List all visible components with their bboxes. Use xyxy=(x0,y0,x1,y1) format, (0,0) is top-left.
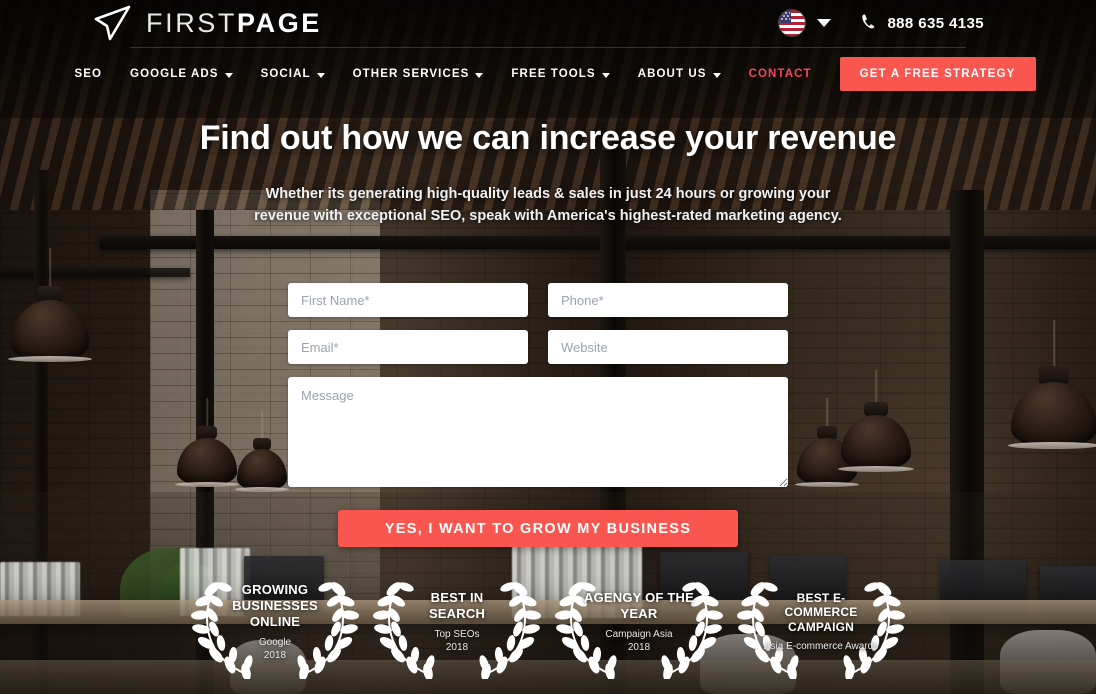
award-title: BEST E-COMMERCE CAMPAIGN xyxy=(784,590,858,634)
submit-row: YES, I WANT TO GROW MY BUSINESS xyxy=(288,510,788,547)
form-row-1 xyxy=(288,283,788,317)
site-logo[interactable]: FIRSTPAGE xyxy=(92,4,322,42)
main-navigation: SEO GOOGLE ADS SOCIAL OTHER SERVICES FRE… xyxy=(0,55,1096,99)
logo-word-first: FIRST xyxy=(146,7,237,38)
award-source: Campaign Asia 2018 xyxy=(605,628,673,653)
laurel-wreath-icon xyxy=(372,567,542,681)
us-flag-icon[interactable] xyxy=(779,10,806,36)
logo-word-page: PAGE xyxy=(237,7,322,38)
top-bar: FIRSTPAGE 888 635 4135 xyxy=(0,0,1096,48)
phone-number: 888 635 4135 xyxy=(887,14,984,32)
chevron-down-icon xyxy=(316,72,325,78)
award-badges: GROWING BUSINESSES ONLINE Google 2018 BE… xyxy=(0,563,1096,681)
nav-item-contact[interactable]: CONTACT xyxy=(735,68,822,80)
chevron-down-icon xyxy=(712,72,721,78)
award-badge: GROWING BUSINESSES ONLINE Google 2018 xyxy=(190,563,360,681)
nav-item-google-ads[interactable]: GOOGLE ADS xyxy=(116,68,247,80)
paper-plane-arrow-icon xyxy=(92,4,134,42)
award-source: Asia E-commerce Awards xyxy=(763,641,879,653)
form-row-2 xyxy=(288,330,788,364)
chevron-down-icon xyxy=(601,72,610,78)
phone-input[interactable] xyxy=(548,283,788,317)
nav-label: ABOUT US xyxy=(637,68,707,80)
chevron-down-icon[interactable] xyxy=(817,19,832,27)
nav-item-other-services[interactable]: OTHER SERVICES xyxy=(339,68,498,80)
award-title: BEST IN SEARCH xyxy=(428,590,486,621)
pendant-lamp xyxy=(1008,320,1096,460)
nav-label: SEO xyxy=(74,68,103,80)
award-badge: BEST IN SEARCH Top SEOs 2018 xyxy=(372,563,542,681)
award-badge: BEST E-COMMERCE CAMPAIGN Asia E-commerce… xyxy=(736,563,906,681)
phone-icon xyxy=(861,13,878,34)
steel-beam xyxy=(100,236,1096,249)
top-bar-right: 888 635 4135 xyxy=(779,8,984,38)
first-name-input[interactable] xyxy=(288,283,528,317)
nav-label: OTHER SERVICES xyxy=(352,68,470,80)
chevron-down-icon xyxy=(475,72,484,78)
award-source: Google 2018 xyxy=(258,636,292,661)
message-textarea[interactable] xyxy=(288,377,788,487)
nav-label: SOCIAL xyxy=(260,68,311,80)
hero-section: Find out how we can increase your revenu… xyxy=(0,118,1096,228)
hero-heading: Find out how we can increase your revenu… xyxy=(199,119,897,157)
phone-link[interactable]: 888 635 4135 xyxy=(861,13,984,34)
pendant-lamp xyxy=(838,370,914,490)
logo-wordmark: FIRSTPAGE xyxy=(146,7,322,38)
laurel-wreath-icon xyxy=(554,567,724,681)
page-root: FIRSTPAGE 888 635 4135 SEO GOOGLE ADS SO… xyxy=(0,0,1096,694)
nav-label: FREE TOOLS xyxy=(511,68,596,80)
nav-label: GOOGLE ADS xyxy=(130,68,219,80)
award-title: AGENGY OF THE YEAR xyxy=(584,590,694,621)
nav-item-social[interactable]: SOCIAL xyxy=(247,68,339,80)
nav-label: CONTACT xyxy=(748,68,812,80)
nav-item-seo[interactable]: SEO xyxy=(60,68,116,80)
nav-item-about-us[interactable]: ABOUT US xyxy=(624,68,735,80)
lead-capture-form: YES, I WANT TO GROW MY BUSINESS xyxy=(288,283,788,547)
award-title: GROWING BUSINESSES ONLINE xyxy=(232,582,318,629)
nav-item-free-tools[interactable]: FREE TOOLS xyxy=(497,68,623,80)
hero-subheading: Whether its generating high-quality lead… xyxy=(254,185,842,225)
get-free-strategy-button[interactable]: GET A FREE STRATEGY xyxy=(839,57,1036,91)
award-badge: AGENGY OF THE YEAR Campaign Asia 2018 xyxy=(554,563,724,681)
submit-button[interactable]: YES, I WANT TO GROW MY BUSINESS xyxy=(338,510,738,547)
award-source: Top SEOs 2018 xyxy=(434,628,480,653)
chevron-down-icon xyxy=(224,72,233,78)
website-input[interactable] xyxy=(548,330,788,364)
email-input[interactable] xyxy=(288,330,528,364)
pendant-lamp xyxy=(8,248,92,378)
